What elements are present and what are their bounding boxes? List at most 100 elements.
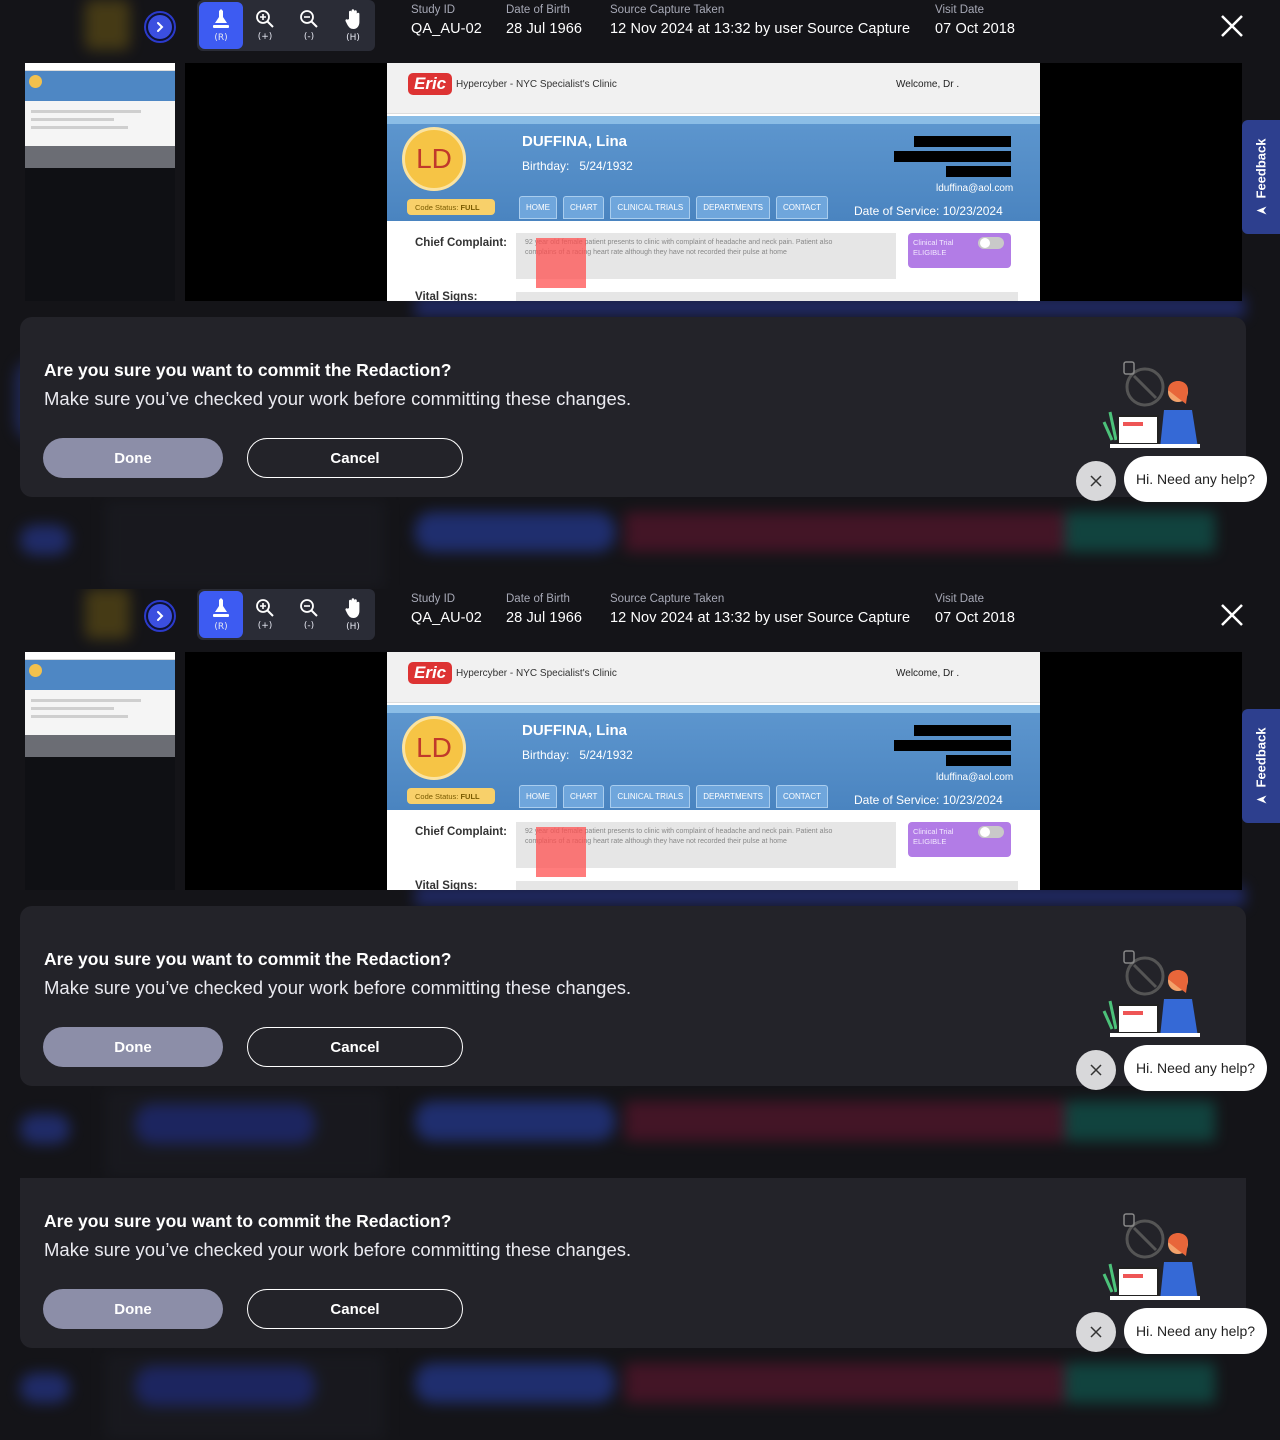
study-id-meta: Study ID QA_AU-02 [411, 593, 482, 626]
redaction-box [914, 136, 1011, 147]
patient-birthday: Birthday: 5/24/1932 [522, 159, 633, 173]
patient-avatar: LD [402, 127, 466, 191]
document-canvas[interactable]: Eric Hypercyber - NYC Specialist's Clini… [185, 652, 1242, 890]
document-canvas[interactable]: Eric Hypercyber - NYC Specialist's Clini… [185, 63, 1242, 301]
tool-label: (-) [303, 621, 315, 631]
close-viewer-button[interactable] [1216, 10, 1248, 42]
visit-date-meta: Visit Date 07 Oct 2018 [935, 593, 1015, 626]
tool-label: (+) [257, 621, 273, 631]
next-thumbnail-button[interactable] [144, 11, 176, 43]
done-button[interactable]: Done [43, 1027, 223, 1067]
source-document: Eric Hypercyber - NYC Specialist's Clini… [387, 63, 1040, 301]
zoom-out-icon [300, 599, 318, 617]
pending-redaction-box[interactable] [536, 827, 586, 877]
patient-banner: LD DUFFINA, Lina Birthday: 5/24/1932 ldu… [387, 116, 1040, 221]
redaction-box [894, 740, 1011, 751]
close-icon [1090, 1326, 1102, 1338]
chief-complaint-label: Chief Complaint: [415, 826, 507, 838]
cancel-button[interactable]: Cancel [247, 1027, 463, 1067]
next-thumbnail-button[interactable] [144, 600, 176, 632]
page-thumbnail[interactable] [25, 63, 175, 301]
study-id-value: QA_AU-02 [411, 21, 482, 37]
close-help-button[interactable] [1076, 1312, 1116, 1352]
commit-redaction-dialog: Are you sure you want to commit the Reda… [20, 906, 1246, 1086]
study-id-meta: Study ID QA_AU-02 [411, 4, 482, 37]
doc-tab: CLINICAL TRIALS [610, 196, 691, 219]
patient-name: DUFFINA, Lina [522, 722, 627, 739]
doc-tab: DEPARTMENTS [696, 785, 770, 808]
chevron-right-icon [157, 611, 164, 621]
redact-icon [213, 9, 229, 28]
capture-value: 12 Nov 2024 at 13:32 by user Source Capt… [610, 610, 911, 626]
assistant-illustration-icon [1102, 361, 1200, 448]
zoom-out-button[interactable]: (-) [287, 591, 331, 638]
close-help-button[interactable] [1076, 461, 1116, 501]
viewer-topbar: (R) (+) (-) (H) Study ID QA_AU-02 Date o… [0, 0, 1280, 63]
close-help-button[interactable] [1076, 1050, 1116, 1090]
capture-meta: Source Capture Taken 12 Nov 2024 at 13:3… [610, 593, 910, 626]
tool-label: (R) [214, 622, 228, 632]
doc-tab: HOME [519, 196, 557, 219]
close-viewer-button[interactable] [1216, 599, 1248, 631]
code-status: Code Status: FULL [407, 199, 495, 215]
pending-redaction-box[interactable] [536, 238, 586, 288]
visit-date-label: Visit Date [935, 4, 985, 16]
zoom-out-button[interactable]: (-) [287, 2, 331, 49]
doc-tab: CHART [563, 196, 605, 219]
tool-label: (+) [257, 32, 273, 42]
vital-signs-label: Vital Signs: [415, 291, 478, 301]
cancel-button[interactable]: Cancel [247, 1289, 463, 1329]
patient-email: lduffina@aol.com [936, 183, 1014, 194]
dialog-subtitle: Make sure you’ve checked your work befor… [44, 388, 632, 409]
dob-value: 28 Jul 1966 [506, 21, 583, 37]
dialog-subtitle: Make sure you’ve checked your work befor… [44, 977, 632, 998]
document-tabs: HOME CHART CLINICAL TRIALS DEPARTMENTS C… [519, 196, 829, 219]
chevron-right-icon [157, 22, 164, 32]
pan-tool-button[interactable]: (H) [331, 591, 375, 638]
cancel-button[interactable]: Cancel [247, 438, 463, 478]
dialog-title: Are you sure you want to commit the Reda… [44, 1211, 452, 1231]
help-chat-bubble[interactable]: Hi. Need any help? [1124, 456, 1268, 502]
pan-tool-button[interactable]: (H) [331, 2, 375, 49]
redaction-toolbar: (R) (+) (-) (H) [197, 589, 375, 640]
patient-email: lduffina@aol.com [936, 772, 1014, 783]
welcome-text: Welcome, Dr . [896, 79, 960, 90]
tool-label: (H) [346, 622, 360, 632]
visit-date-label: Visit Date [935, 593, 985, 605]
feedback-tab[interactable]: Feedback [1242, 120, 1280, 234]
feedback-tab[interactable]: Feedback [1242, 709, 1280, 823]
patient-avatar: LD [402, 716, 466, 780]
document-viewer: Eric Hypercyber - NYC Specialist's Clini… [0, 63, 1280, 301]
zoom-in-button[interactable]: (+) [243, 591, 287, 638]
patient-banner: LD DUFFINA, Lina Birthday: 5/24/1932 ldu… [387, 705, 1040, 810]
done-button[interactable]: Done [43, 438, 223, 478]
screenshot-frame-2: (R) (+) (-) (H) Study ID QA_AU-02 Date o… [0, 589, 1280, 1178]
document-tabs: HOME CHART CLINICAL TRIALS DEPARTMENTS C… [519, 785, 829, 808]
help-chat-bubble[interactable]: Hi. Need any help? [1124, 1308, 1268, 1354]
zoom-in-button[interactable]: (+) [243, 2, 287, 49]
redact-tool-button[interactable]: (R) [199, 2, 243, 49]
capture-label: Source Capture Taken [610, 4, 725, 16]
tool-label: (-) [303, 32, 315, 42]
page-thumbnail[interactable] [25, 652, 175, 890]
visit-date-value: 07 Oct 2018 [935, 610, 1016, 626]
redaction-box [946, 755, 1011, 766]
study-id-label: Study ID [411, 593, 456, 605]
code-status: Code Status: FULL [407, 788, 495, 804]
dob-meta: Date of Birth 28 Jul 1966 [506, 4, 582, 37]
viewer-topbar: (R) (+) (-) (H) Study ID QA_AU-02 Date o… [0, 589, 1280, 652]
redaction-box [894, 151, 1011, 162]
commit-redaction-dialog: Are you sure you want to commit the Reda… [20, 317, 1246, 497]
clinic-name: Hypercyber - NYC Specialist's Clinic [456, 668, 617, 679]
help-chat-bubble[interactable]: Hi. Need any help? [1124, 1045, 1268, 1091]
redact-tool-button[interactable]: (R) [199, 591, 243, 638]
dob-value: 28 Jul 1966 [506, 610, 583, 626]
doc-tab: CLINICAL TRIALS [610, 785, 691, 808]
study-id-label: Study ID [411, 4, 456, 16]
done-button[interactable]: Done [43, 1289, 223, 1329]
patient-name: DUFFINA, Lina [522, 133, 627, 150]
tool-label: (R) [214, 33, 228, 43]
close-icon [1090, 1064, 1102, 1076]
commit-redaction-dialog: Are you sure you want to commit the Reda… [20, 1178, 1246, 1348]
arrow-icon [1256, 205, 1267, 214]
